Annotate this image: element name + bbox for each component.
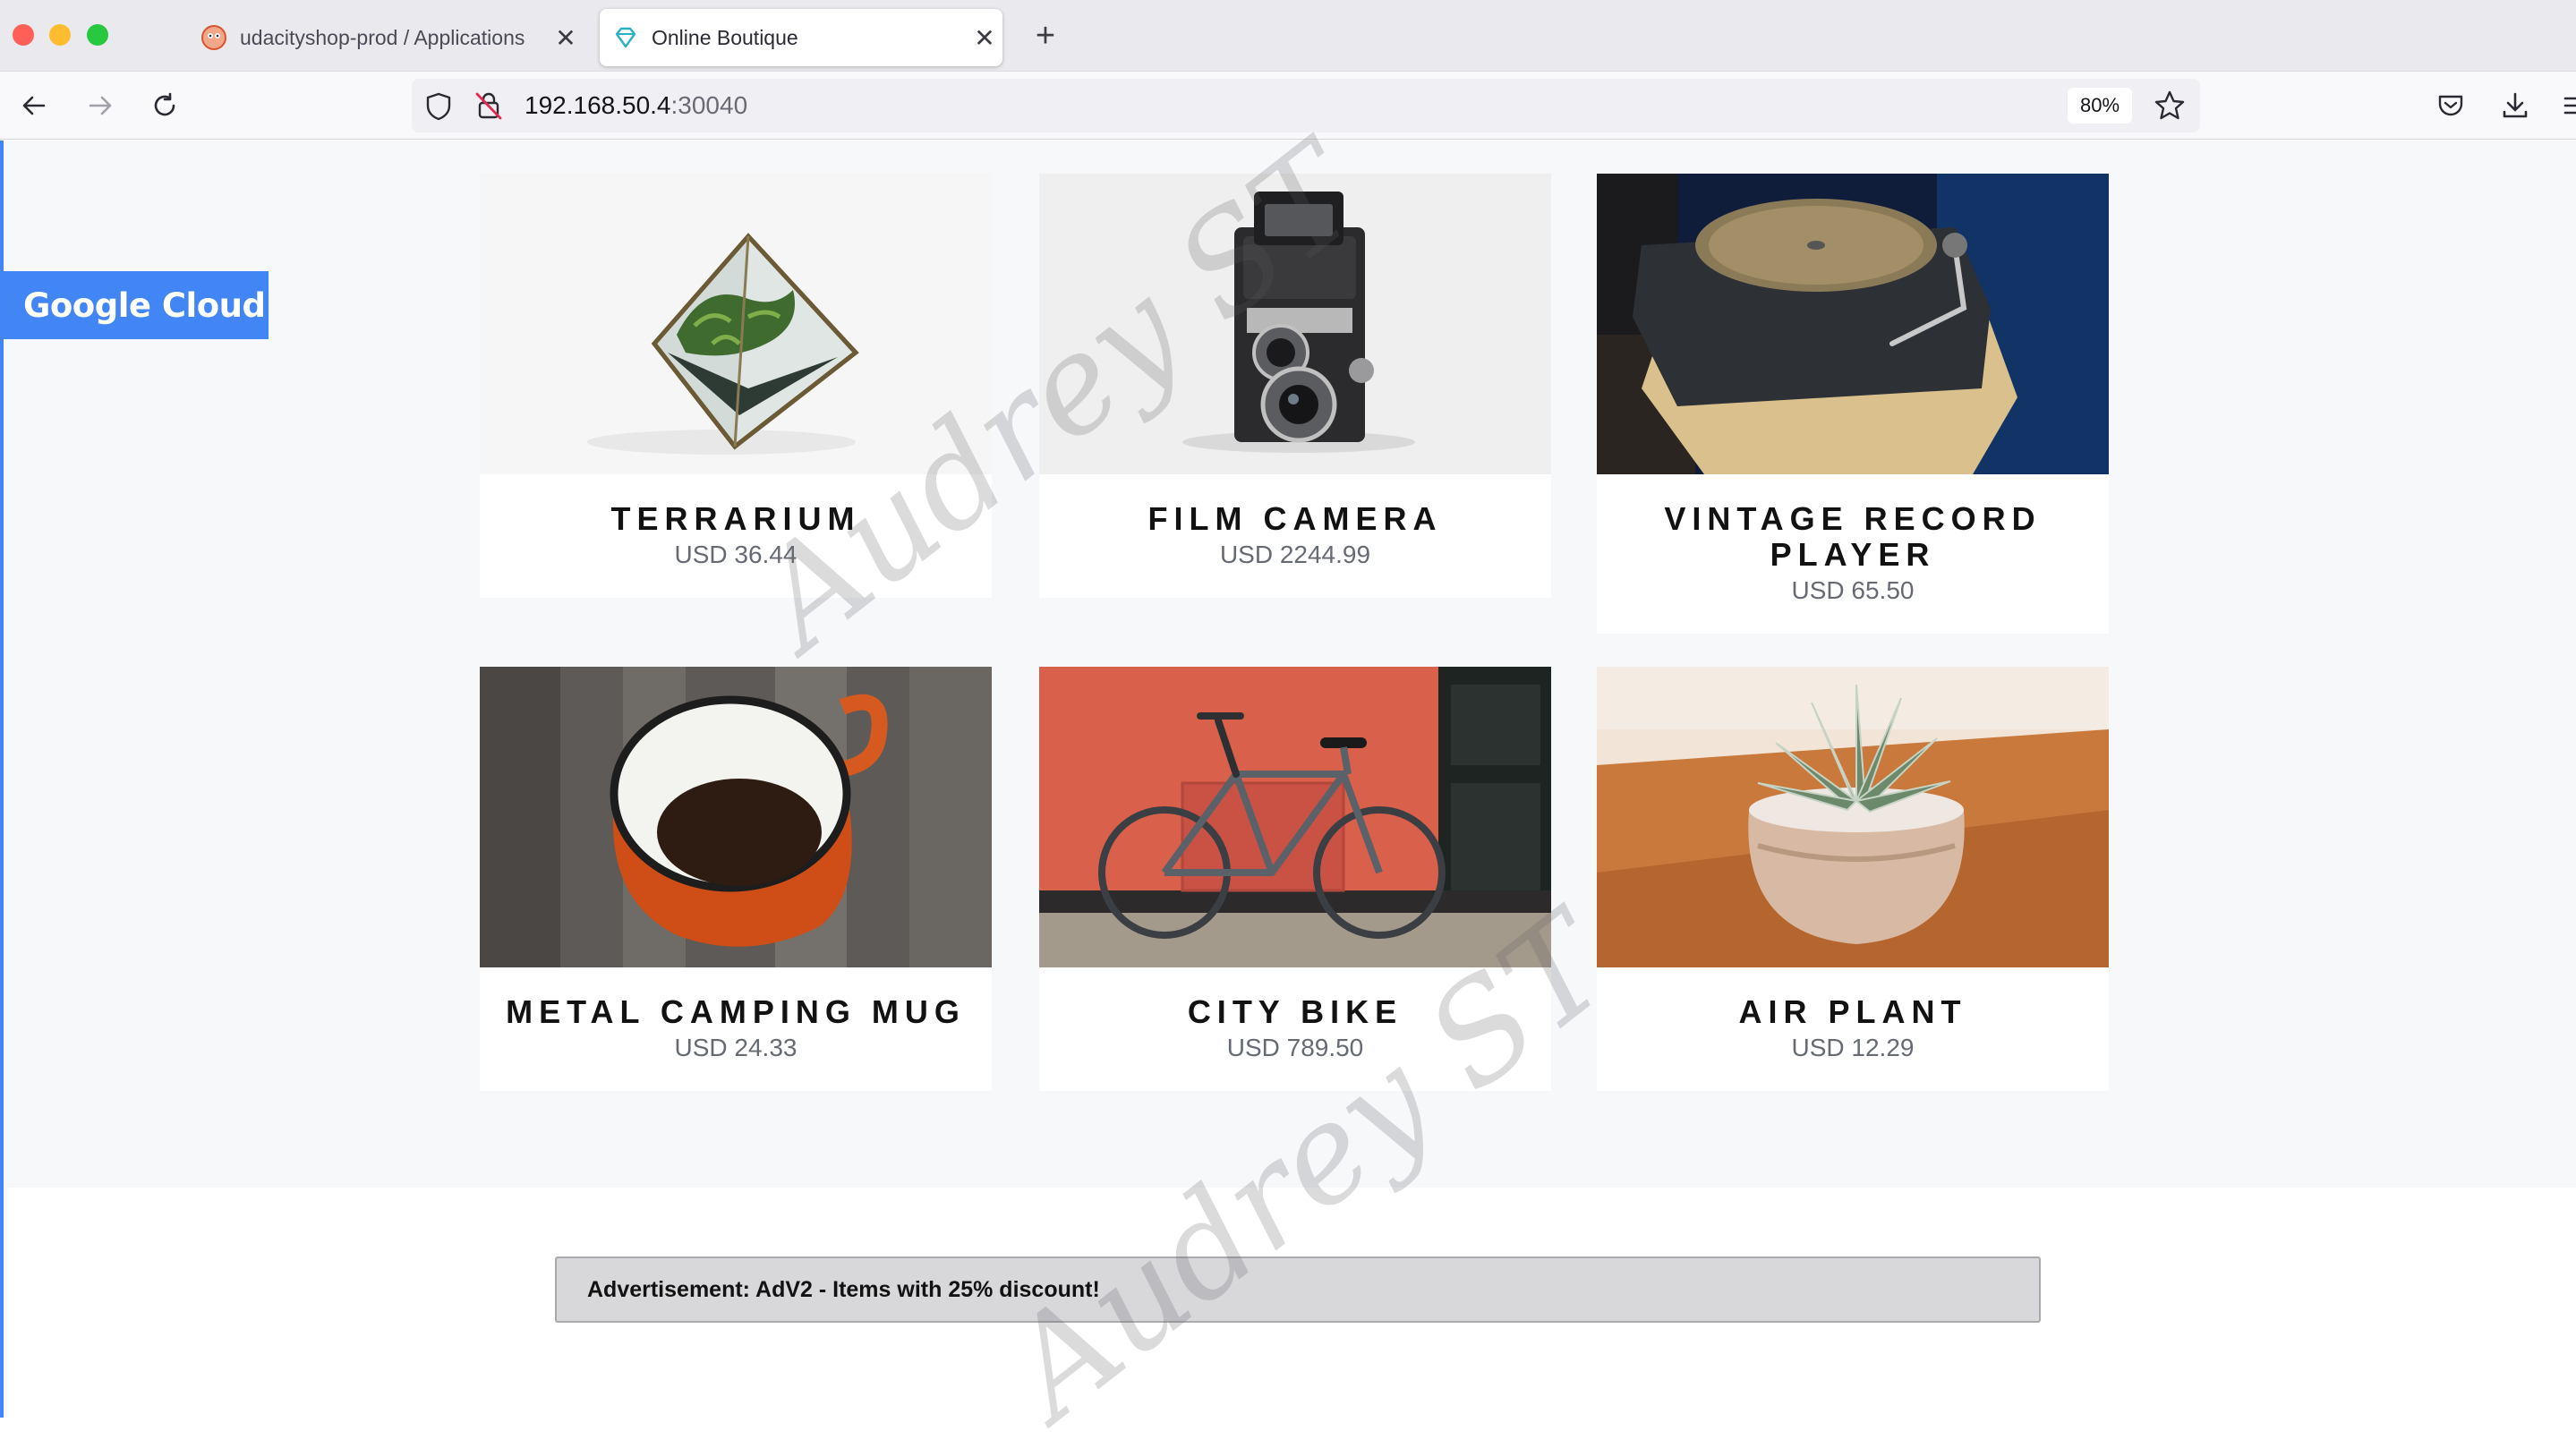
- new-tab-button[interactable]: +: [1028, 16, 1063, 55]
- product-name[interactable]: METAL CAMPING MUG: [480, 994, 992, 1030]
- product-name[interactable]: FILM CAMERA: [1039, 501, 1551, 537]
- google-cloud-badge: Google Cloud: [4, 271, 269, 339]
- advertisement-banner[interactable]: Advertisement: AdV2 - Items with 25% dis…: [555, 1256, 2041, 1323]
- tab-title: Online Boutique: [652, 25, 798, 49]
- product-image-film-camera[interactable]: [1039, 174, 1551, 474]
- window-zoom-button[interactable]: [87, 24, 108, 46]
- tab-udacityshop[interactable]: udacityshop-prod / Applications ✕: [190, 9, 584, 66]
- argocd-favicon-icon: [201, 25, 226, 50]
- zoom-level-badge[interactable]: 80%: [2068, 88, 2132, 124]
- hamburger-menu-icon: [2563, 97, 2576, 115]
- window-minimize-button[interactable]: [49, 24, 71, 46]
- product-image-camping-mug[interactable]: [480, 667, 992, 967]
- forward-button[interactable]: [81, 86, 120, 125]
- bookmark-star-icon[interactable]: [2154, 89, 2186, 122]
- pocket-button[interactable]: [2431, 86, 2470, 125]
- product-image-city-bike[interactable]: [1039, 667, 1551, 967]
- close-tab-icon[interactable]: ✕: [967, 23, 1002, 53]
- product-price: USD 24.33: [674, 1034, 798, 1061]
- product-card[interactable]: CITY BIKE USD 789.50: [1039, 667, 1551, 1091]
- product-name[interactable]: VINTAGE RECORD PLAYER: [1597, 501, 2109, 573]
- product-price: USD 12.29: [1791, 1034, 1915, 1061]
- product-card[interactable]: VINTAGE RECORD PLAYER USD 65.50: [1597, 174, 2109, 634]
- product-price: USD 2244.99: [1219, 541, 1371, 568]
- browser-tab-bar: udacityshop-prod / Applications ✕ Online…: [0, 0, 2576, 72]
- shield-icon[interactable]: [424, 91, 453, 122]
- menu-button[interactable]: [2553, 86, 2576, 125]
- product-price: USD 65.50: [1791, 576, 1915, 604]
- product-card[interactable]: AIR PLANT USD 12.29: [1597, 667, 2109, 1091]
- reload-icon: [154, 92, 175, 116]
- back-button[interactable]: [14, 86, 54, 125]
- pocket-icon: [2438, 95, 2463, 116]
- close-tab-icon[interactable]: ✕: [548, 23, 584, 53]
- product-card[interactable]: METAL CAMPING MUG USD 24.33: [480, 667, 992, 1091]
- download-icon: [2503, 92, 2528, 118]
- product-price: USD 789.50: [1226, 1034, 1364, 1061]
- browser-nav-bar: 192.168.50.4:30040 80%: [0, 72, 2576, 140]
- url-port: :30040: [670, 91, 748, 119]
- insecure-lock-icon[interactable]: [474, 90, 503, 121]
- page-content: Google Cloud TERRARIUM USD 36.44 FILM CA…: [0, 116, 2576, 1448]
- product-name[interactable]: CITY BIKE: [1039, 994, 1551, 1030]
- product-price: USD 36.44: [674, 541, 798, 568]
- product-name[interactable]: TERRARIUM: [480, 501, 992, 537]
- url-text[interactable]: 192.168.50.4:30040: [525, 91, 747, 120]
- product-image-terrarium[interactable]: [480, 174, 992, 474]
- tab-online-boutique[interactable]: Online Boutique ✕: [600, 9, 1002, 66]
- arrow-right-icon: [89, 96, 112, 115]
- product-name[interactable]: AIR PLANT: [1597, 994, 2109, 1030]
- product-image-record-player[interactable]: [1597, 174, 2109, 474]
- address-bar[interactable]: 192.168.50.4:30040 80%: [412, 79, 2200, 132]
- reload-button[interactable]: [145, 86, 184, 125]
- window-close-button[interactable]: [13, 24, 34, 46]
- product-image-air-plant[interactable]: [1597, 667, 2109, 967]
- tab-title: udacityshop-prod / Applications: [240, 25, 525, 49]
- downloads-button[interactable]: [2495, 86, 2535, 125]
- boutique-favicon-icon: [615, 27, 636, 48]
- product-card[interactable]: FILM CAMERA USD 2244.99: [1039, 174, 1551, 598]
- url-host: 192.168.50.4: [525, 91, 671, 119]
- arrow-left-icon: [22, 96, 46, 115]
- product-card[interactable]: TERRARIUM USD 36.44: [480, 174, 992, 598]
